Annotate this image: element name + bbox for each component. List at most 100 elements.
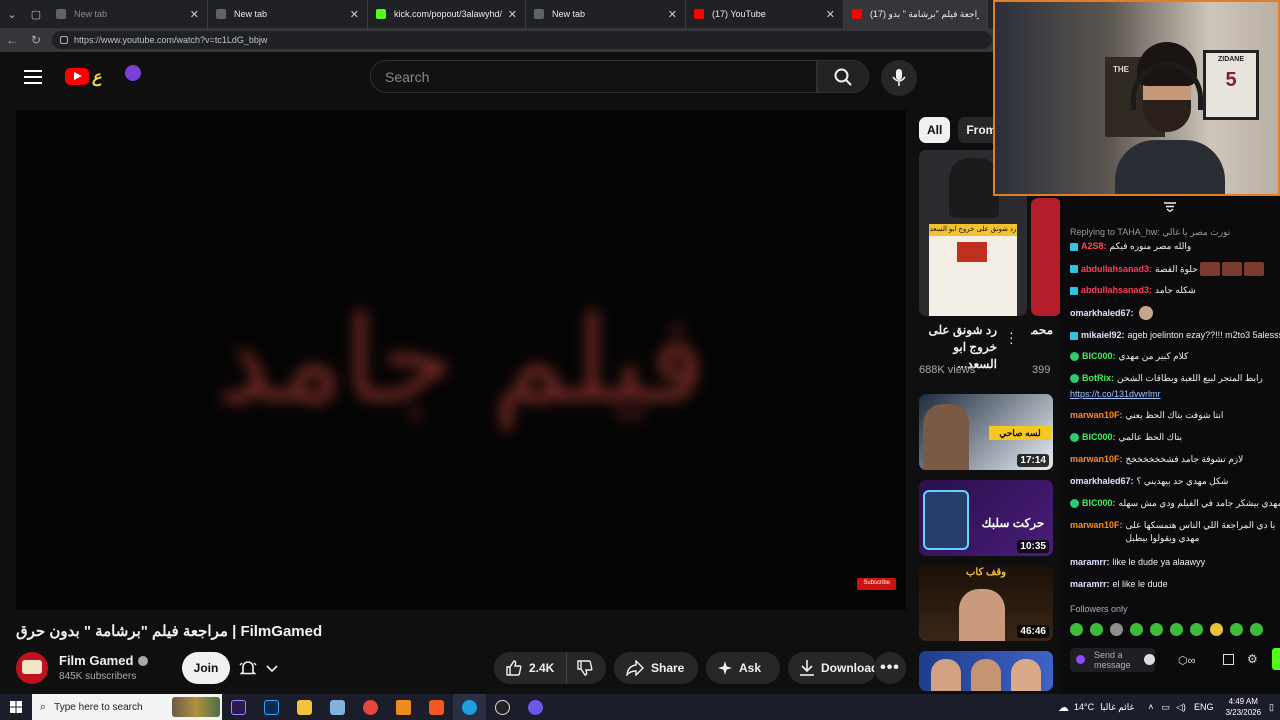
chat-username[interactable]: BIC000:	[1082, 497, 1116, 510]
discord-icon[interactable]	[519, 694, 552, 720]
chat-username[interactable]: abdullahsanad3:	[1081, 284, 1152, 297]
vlc-icon[interactable]	[387, 694, 420, 720]
start-button[interactable]	[0, 694, 32, 720]
ask-button[interactable]: Ask	[706, 652, 780, 684]
chat-text: كلام كبير من مهدي	[1118, 351, 1189, 361]
followers-only-label: Followers only	[1070, 604, 1128, 614]
subscriber-badge-icon	[1070, 286, 1078, 295]
browser-tab[interactable]: (17) YouTube ✕	[686, 0, 844, 28]
subscribe-watermark[interactable]: Subscribe	[857, 578, 896, 590]
close-tab-icon[interactable]: ✕	[826, 8, 835, 21]
recommendation-2[interactable]: لسه صاحي 17:14	[919, 394, 1053, 470]
chat-username[interactable]: omarkhaled67:	[1070, 307, 1134, 320]
site-info-icon[interactable]	[60, 36, 68, 44]
recommendation-4[interactable]: وقف كاب 46:46	[919, 565, 1053, 641]
like-count: 2.4K	[529, 661, 555, 675]
chat-username[interactable]: marwan10F:	[1070, 453, 1123, 466]
tab-groups-icon[interactable]: ▢	[24, 0, 48, 28]
microphone-icon	[892, 69, 906, 86]
network-icon[interactable]: ▭	[1162, 702, 1171, 713]
thumbnail-caption: رد شونق على خروج ابو السعد	[929, 224, 1017, 236]
chat-message: abdullahsanad3: حلوة القصة	[1070, 262, 1280, 276]
reload-icon[interactable]: ↻	[24, 33, 48, 47]
chat-username[interactable]: marwan10F:	[1070, 519, 1123, 532]
chat-username[interactable]: BIC000:	[1082, 431, 1116, 444]
chat-pin-bar[interactable]	[1060, 196, 1280, 218]
chat-link[interactable]: https://t.co/131dvwrlmr	[1070, 388, 1280, 401]
chat-tools-icon[interactable]: ⬡∞	[1178, 654, 1195, 667]
recommendation-3[interactable]: حركت سلبك 10:35	[919, 480, 1053, 556]
download-button[interactable]: Download	[788, 652, 878, 684]
chat-message: mikaiel92: ageb joelinton ezay??!!! m2to3…	[1070, 329, 1280, 342]
language-indicator[interactable]: ENG	[1194, 702, 1214, 712]
channel-name[interactable]: Film Gamed	[59, 653, 149, 668]
more-actions-button[interactable]: •••	[874, 652, 906, 684]
chat-username[interactable]: A2S8:	[1081, 240, 1107, 253]
photoshop-app-icon[interactable]	[255, 694, 288, 720]
obs-icon[interactable]	[486, 694, 519, 720]
notifications-bell-button[interactable]	[238, 652, 280, 684]
chat-username[interactable]: BotRix:	[1082, 372, 1114, 385]
tab-favicon-icon	[376, 9, 386, 19]
notifications-icon[interactable]: ▯	[1269, 702, 1274, 713]
dislike-button[interactable]	[566, 652, 606, 684]
chat-username[interactable]: mikaiel92:	[1081, 329, 1125, 342]
verified-badge-icon	[1070, 352, 1079, 361]
browser-tab[interactable]: (17) مراجعة فيلم "برشامة " بدو	[844, 0, 988, 28]
chat-username[interactable]: maramrr:	[1070, 578, 1110, 591]
chrome-icon[interactable]	[354, 694, 387, 720]
browser-tab[interactable]: New tab ✕	[208, 0, 368, 28]
bell-icon	[239, 661, 257, 675]
emote-quick-bar[interactable]	[1070, 623, 1270, 636]
menu-icon[interactable]	[24, 70, 42, 88]
emoji-icon[interactable]	[1144, 654, 1155, 665]
chat-emote	[1221, 262, 1242, 276]
join-button[interactable]: Join	[182, 652, 230, 684]
search-button[interactable]	[817, 60, 869, 93]
taskbar-search[interactable]: ⌕ Type here to search	[32, 694, 222, 720]
youtube-logo[interactable]: ﻉ	[65, 65, 141, 89]
gift-icon[interactable]	[1223, 654, 1234, 665]
premiere-app-icon[interactable]	[222, 694, 255, 720]
close-tab-icon[interactable]: ✕	[508, 8, 517, 21]
browser-tab-label: New tab	[552, 9, 586, 19]
brave-icon[interactable]	[420, 694, 453, 720]
send-chat-button[interactable]	[1272, 648, 1280, 670]
more-vertical-icon[interactable]: · · ·	[1009, 325, 1014, 349]
thumbnail-caption: لسه صاحي	[989, 426, 1051, 440]
tab-search-icon[interactable]: ⌄	[0, 0, 24, 28]
channel-avatar[interactable]	[16, 652, 48, 684]
chat-username[interactable]: omarkhaled67:	[1070, 475, 1134, 488]
back-icon[interactable]: ←	[0, 33, 24, 47]
close-tab-icon[interactable]: ✕	[668, 8, 677, 21]
recommendation-5[interactable]	[919, 651, 1053, 691]
file-explorer-icon[interactable]	[288, 694, 321, 720]
share-button[interactable]: Share	[614, 652, 698, 684]
speaker-icon[interactable]: ◁)	[1176, 702, 1186, 713]
subscriber-badge-icon	[1070, 265, 1078, 273]
settings-gear-icon[interactable]: ⚙	[1247, 652, 1258, 666]
voice-search-button[interactable]	[881, 60, 917, 96]
edge-icon[interactable]	[453, 694, 486, 720]
chat-message-input[interactable]: Send a message	[1070, 648, 1155, 672]
chat-username[interactable]: BIC000:	[1082, 350, 1116, 363]
search-input[interactable]	[385, 68, 816, 85]
show-hidden-icons[interactable]: ˄	[1148, 702, 1153, 712]
close-tab-icon[interactable]: ✕	[190, 8, 199, 21]
chat-username[interactable]: abdullahsanad3:	[1081, 263, 1152, 276]
weather-temp[interactable]: 14°C	[1074, 702, 1094, 712]
video-player[interactable]: فيلم جامد Subscribe	[16, 110, 906, 610]
browser-tab[interactable]: New tab ✕	[526, 0, 686, 28]
url-field[interactable]: https://www.youtube.com/watch?v=tc1LdG_b…	[52, 31, 992, 49]
browser-tab[interactable]: New tab ✕	[48, 0, 208, 28]
streamer	[1115, 42, 1225, 194]
chip-all[interactable]: All	[919, 117, 951, 143]
search-box[interactable]	[370, 60, 817, 93]
verified-icon	[138, 655, 149, 666]
chat-username[interactable]: maramrr:	[1070, 556, 1110, 569]
browser-tab[interactable]: kick.com/popout/3alawyhd/c ✕	[368, 0, 526, 28]
close-tab-icon[interactable]: ✕	[350, 8, 359, 21]
app-icon[interactable]	[321, 694, 354, 720]
chat-username[interactable]: marwan10F:	[1070, 409, 1123, 422]
clock[interactable]: 4:49 AM 3/23/2026	[1217, 696, 1269, 718]
